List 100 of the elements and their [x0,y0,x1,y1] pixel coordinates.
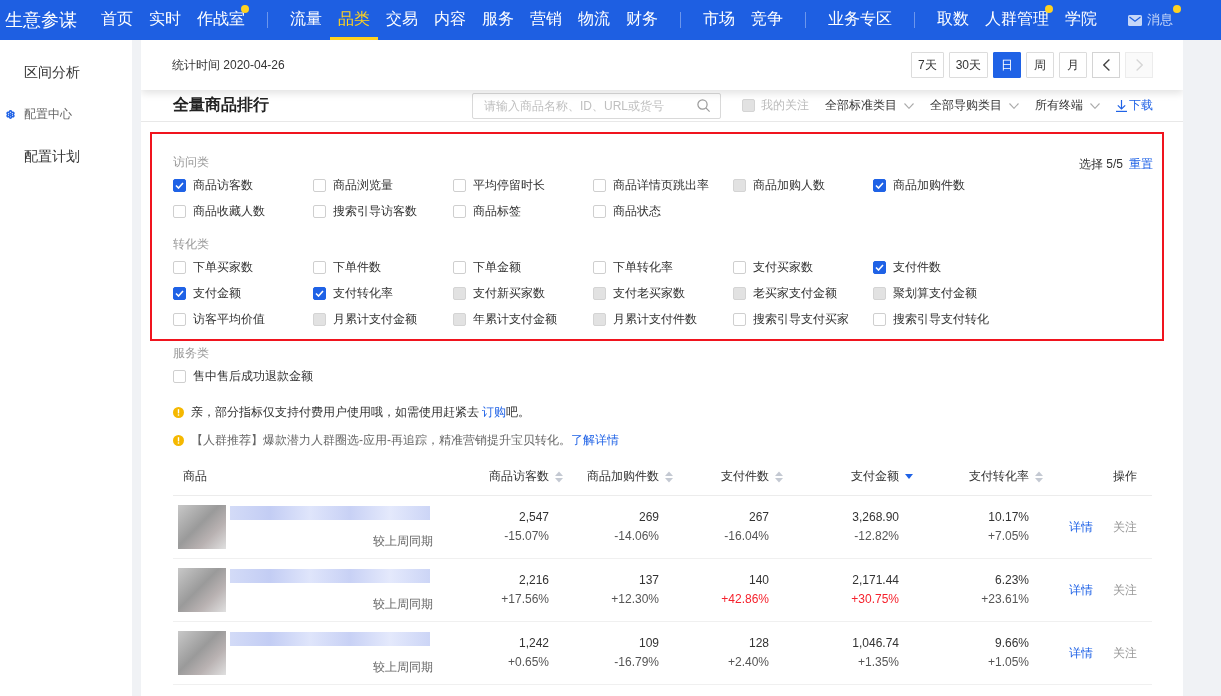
nav-item[interactable]: 实时 [141,0,189,40]
photo-placeholder [178,505,226,549]
nav-item[interactable]: 财务 [618,0,666,40]
change-percent: +23.61% [981,591,1029,608]
checkbox-label: 下单件数 [333,258,381,276]
change-percent: +12.30% [611,591,659,608]
nav-item[interactable]: 取数 [929,0,977,40]
follow-link[interactable]: 关注 [1113,518,1137,536]
search-field[interactable]: 请输入商品名称、ID、URL或货号 [472,92,721,119]
checkbox[interactable] [313,286,326,300]
metric-value: 140 [748,572,769,589]
change-percent: -12.82% [854,528,899,545]
text-link[interactable]: 了解详情 [571,432,619,447]
messages-link[interactable]: 消息 [1128,0,1181,40]
chevron-right-icon [1135,59,1143,71]
period-tab[interactable]: 30天 [948,52,988,78]
category-dropdown[interactable]: 全部标准类目 [825,97,914,114]
caret-icon [1090,102,1100,109]
nav-item[interactable]: 物流 [570,0,618,40]
checkbox-label: 支付新买家数 [473,284,545,302]
nav-item[interactable]: 作战室 [189,0,253,40]
sort-icon[interactable] [775,470,783,483]
checkbox[interactable] [173,286,186,300]
nav-item[interactable]: 交易 [378,0,426,40]
checkbox-label: 商品加购件数 [893,176,965,194]
warning-icon [173,406,184,418]
sort-icon[interactable] [1035,470,1043,483]
details-link[interactable]: 详情 [1069,581,1093,599]
column-header[interactable]: 商品加购件数 [563,468,673,485]
change-percent: +7.05% [987,528,1029,545]
checkbox-label: 商品详情页跳出率 [613,176,709,194]
checkbox-label: 老买家支付金额 [753,284,837,302]
photo-placeholder [178,568,226,612]
period-tab[interactable]: 周 [1026,52,1054,78]
period-tab[interactable]: 7天 [910,52,944,78]
checkbox-label: 商品状态 [613,202,661,220]
column-header[interactable]: 商品访客数 [443,468,563,485]
checkbox[interactable] [173,178,186,192]
previous-button[interactable] [1092,52,1120,78]
category-dropdown[interactable]: 所有终端 [1035,97,1100,114]
caret-icon [1009,102,1019,109]
nav-item[interactable]: 流量 [282,0,330,40]
group-label: 访问类 [173,154,209,171]
nav-item[interactable]: 市场 [695,0,743,40]
checkbox-label: 年累计支付金额 [473,310,557,328]
checkbox-label: 商品加购人数 [753,176,825,194]
category-dropdown[interactable]: 全部导购类目 [930,97,1019,114]
metric-value: 128 [748,635,769,652]
text-link[interactable]: 订购 [482,404,507,419]
checkbox-label: 月累计支付件数 [613,310,697,328]
search-icon[interactable] [697,99,710,112]
period-tab[interactable]: 月 [1059,52,1087,78]
group-label: 转化类 [173,236,209,253]
group-label: 服务类 [173,345,209,362]
period-tab[interactable]: 日 [993,52,1021,78]
column-header[interactable]: 支付转化率 [913,468,1043,485]
checkbox-label: 访客平均价值 [193,310,265,328]
warning-icon [173,434,184,446]
column-header[interactable]: 支付金额 [783,468,913,485]
details-link[interactable]: 详情 [1069,644,1093,662]
checkbox-label: 商品浏览量 [333,176,393,194]
nav-item[interactable]: 竞争 [743,0,791,40]
tip-text: 亲，部分指标仅支持付费用户使用哦，如需使用赶紧去 订购吧。 [191,403,531,421]
nav-item[interactable]: 业务专区 [820,0,900,40]
sort-icon[interactable] [555,470,563,483]
metric-value: 3,268.90 [852,509,899,526]
change-percent: +17.56% [501,591,549,608]
change-percent: +1.05% [987,654,1029,671]
checkbox-label: 支付件数 [893,258,941,276]
checkbox[interactable] [873,178,886,192]
nav-item[interactable]: 首页 [93,0,141,40]
download-link[interactable]: 下载 [1116,97,1153,114]
sidebar-item[interactable]: 区间分析 [0,51,132,93]
mail-icon [1128,14,1142,26]
nav-item[interactable]: 营销 [522,0,570,40]
checkbox-label: 支付买家数 [753,258,813,276]
nav-item[interactable]: 服务 [474,0,522,40]
selection-count: 选择 5/5 [1079,156,1123,173]
compare-label: 较上周同期 [373,659,433,675]
follow-link[interactable]: 关注 [1113,644,1137,662]
sidebar-item[interactable]: 配置计划 [0,135,132,177]
column-header: 商品 [182,468,208,485]
checkbox-label: 下单金额 [473,258,521,276]
column-header[interactable]: 支付件数 [673,468,783,485]
download-icon [1116,99,1127,112]
sort-descending-icon[interactable] [905,474,913,479]
nav-item[interactable]: 人群管理 [977,0,1057,40]
compare-label: 较上周同期 [373,533,433,549]
details-link[interactable]: 详情 [1069,518,1093,536]
follow-link[interactable]: 关注 [1113,581,1137,599]
checkbox-label: 商品标签 [473,202,521,220]
reset-link[interactable]: 重置 [1129,156,1153,173]
sort-icon[interactable] [665,470,673,483]
nav-item[interactable]: 内容 [426,0,474,40]
checkbox-label: 搜索引导支付买家 [753,310,849,328]
brand-name[interactable]: 生意参谋 [5,0,77,40]
checkbox-label: 支付金额 [193,284,241,302]
checkbox[interactable] [873,260,886,274]
checkbox-label: 下单买家数 [193,258,253,276]
nav-item[interactable]: 学院 [1057,0,1105,40]
